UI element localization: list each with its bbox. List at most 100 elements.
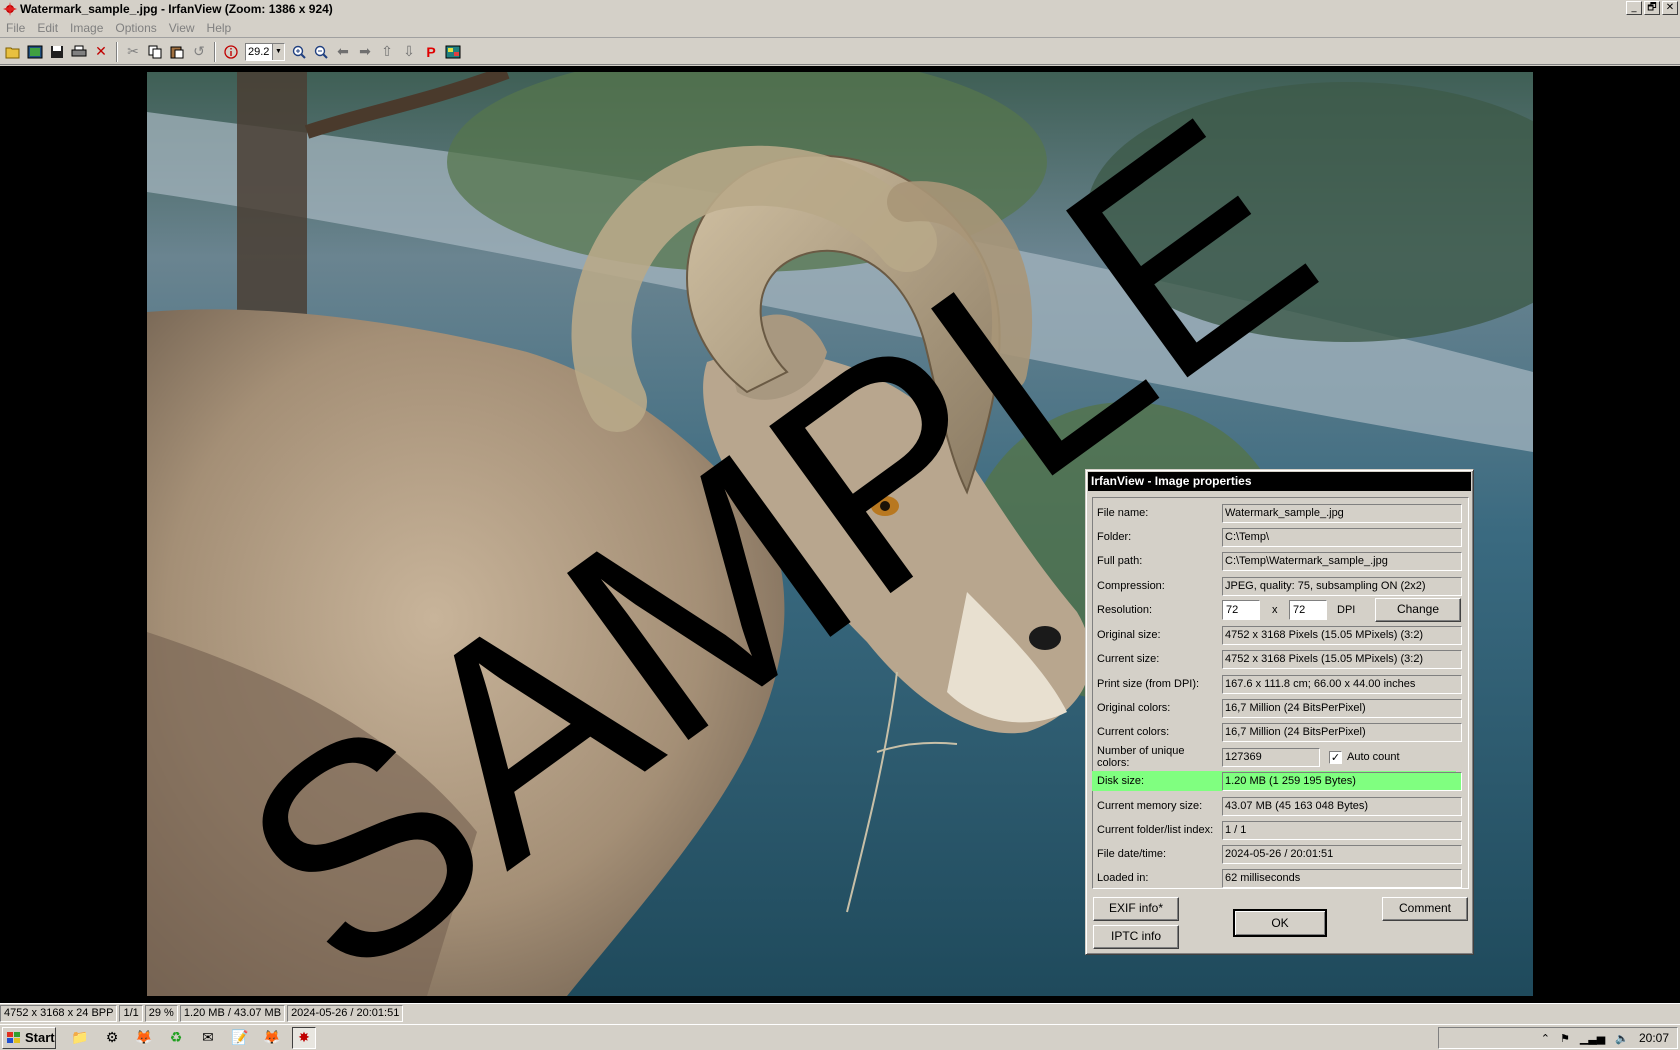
auto-count-checkbox[interactable]: ✓ xyxy=(1329,751,1342,764)
row-folder-index: Current folder/list index: 1 / 1 xyxy=(1092,820,1462,840)
cut-icon[interactable]: ✂ xyxy=(122,41,144,63)
label-print-size: Print size (from DPI): xyxy=(1097,678,1200,690)
start-button[interactable]: Start xyxy=(2,1026,56,1049)
menu-edit[interactable]: Edit xyxy=(31,21,64,35)
window-title: Watermark_sample_.jpg - IrfanView (Zoom:… xyxy=(20,2,333,16)
resolution-y-input[interactable]: 72 xyxy=(1289,600,1327,620)
image-properties-dialog: IrfanView - Image properties File name: … xyxy=(1085,469,1474,955)
row-original-colors: Original colors: 16,7 Million (24 BitsPe… xyxy=(1092,698,1462,718)
row-print-size: Print size (from DPI): 167.6 x 111.8 cm;… xyxy=(1092,674,1462,694)
zoom-value: 29.2 xyxy=(248,45,270,58)
value-print-size[interactable]: 167.6 x 111.8 cm; 66.00 x 44.00 inches xyxy=(1222,674,1462,694)
value-full-path[interactable]: C:\Temp\Watermark_sample_.jpg xyxy=(1222,551,1462,571)
firefox-icon[interactable]: 🦊 xyxy=(132,1027,156,1049)
status-dimensions: 4752 x 3168 x 24 BPP xyxy=(0,1004,118,1022)
value-folder[interactable]: C:\Temp\ xyxy=(1222,527,1462,547)
flag-icon[interactable]: ⚑ xyxy=(1560,1032,1570,1045)
row-full-path: Full path: C:\Temp\Watermark_sample_.jpg xyxy=(1092,551,1462,571)
row-memory-size: Current memory size: 43.07 MB (45 163 04… xyxy=(1092,796,1462,816)
value-loaded-in[interactable]: 62 milliseconds xyxy=(1222,868,1462,888)
close-button[interactable]: ✕ xyxy=(1662,1,1678,15)
exif-info-button[interactable]: EXIF info* xyxy=(1093,897,1179,921)
row-disk-size: Disk size: 1.20 MB (1 259 195 Bytes) xyxy=(1092,771,1462,791)
restore-button[interactable]: 🗗 xyxy=(1644,1,1660,15)
last-icon[interactable]: ⇩ xyxy=(398,41,420,63)
irfanview-app-icon xyxy=(3,2,17,16)
status-index: 1/1 xyxy=(119,1004,143,1022)
clock[interactable]: 20:07 xyxy=(1639,1031,1669,1045)
resolution-x-input[interactable]: 72 xyxy=(1222,600,1260,620)
minimize-button[interactable]: _ xyxy=(1626,1,1642,15)
value-memory-size[interactable]: 43.07 MB (45 163 048 Bytes) xyxy=(1222,796,1462,816)
value-current-size[interactable]: 4752 x 3168 Pixels (15.05 MPixels) (3:2) xyxy=(1222,649,1462,669)
taskbar: Start 📁 ⚙ 🦊 ♻ ✉ 📝 🦊 ✸ ⌃ ⚑ ▁▃▅ 🔈 20:07 xyxy=(0,1024,1680,1050)
menu-file[interactable]: File xyxy=(0,21,31,35)
thumbnails-icon[interactable] xyxy=(442,41,464,63)
status-bar: 4752 x 3168 x 24 BPP 1/1 29 % 1.20 MB / … xyxy=(0,1003,1680,1022)
label-folder: Folder: xyxy=(1097,531,1132,543)
label-full-path: Full path: xyxy=(1097,555,1143,567)
label-folder-index: Current folder/list index: xyxy=(1097,824,1214,836)
value-original-size[interactable]: 4752 x 3168 Pixels (15.05 MPixels) (3:2) xyxy=(1222,625,1462,645)
next-icon[interactable]: ➡ xyxy=(354,41,376,63)
print-icon[interactable] xyxy=(68,41,90,63)
irfanview-taskbar-icon[interactable]: ✸ xyxy=(292,1026,316,1049)
recycle-icon[interactable]: ♻ xyxy=(164,1027,188,1049)
tray-expand-icon[interactable]: ⌃ xyxy=(1541,1032,1550,1045)
label-original-size: Original size: xyxy=(1097,629,1161,641)
menu-help[interactable]: Help xyxy=(201,21,238,35)
open-icon[interactable] xyxy=(2,41,24,63)
auto-count-label[interactable]: Auto count xyxy=(1347,751,1400,763)
chevron-down-icon[interactable]: ▼ xyxy=(272,43,284,60)
slideshow-icon[interactable] xyxy=(24,41,46,63)
row-compression: Compression: JPEG, quality: 75, subsampl… xyxy=(1092,576,1462,596)
menu-options[interactable]: Options xyxy=(109,21,162,35)
explorer-icon[interactable]: 📁 xyxy=(68,1027,92,1049)
menu-image[interactable]: Image xyxy=(64,21,109,35)
copy-icon[interactable] xyxy=(144,41,166,63)
notepad-icon[interactable]: 📝 xyxy=(228,1027,252,1049)
comment-button[interactable]: Comment xyxy=(1382,897,1468,921)
value-disk-size[interactable]: 1.20 MB (1 259 195 Bytes) xyxy=(1222,771,1462,791)
paste-icon[interactable] xyxy=(166,41,188,63)
row-unique-colors: Number of unique colors: 127369 xyxy=(1092,745,1456,769)
row-file-datetime: File date/time: 2024-05-26 / 20:01:51 xyxy=(1092,844,1462,864)
delete-icon[interactable]: ✕ xyxy=(90,41,112,63)
mail-icon[interactable]: ✉ xyxy=(196,1027,220,1049)
paint-icon[interactable]: P xyxy=(420,41,442,63)
label-file-datetime: File date/time: xyxy=(1097,848,1167,860)
network-icon[interactable]: ▁▃▅ xyxy=(1580,1032,1605,1045)
label-memory-size: Current memory size: xyxy=(1097,800,1203,812)
value-folder-index[interactable]: 1 / 1 xyxy=(1222,820,1462,840)
first-icon[interactable]: ⇧ xyxy=(376,41,398,63)
value-file-datetime[interactable]: 2024-05-26 / 20:01:51 xyxy=(1222,844,1462,864)
label-original-colors: Original colors: xyxy=(1097,702,1171,714)
zoom-combobox[interactable]: 29.2 ▼ xyxy=(245,42,285,61)
info-icon[interactable] xyxy=(220,41,242,63)
change-resolution-button[interactable]: Change xyxy=(1375,598,1461,622)
firefox-window-icon[interactable]: 🦊 xyxy=(260,1027,284,1049)
undo-icon[interactable]: ↺ xyxy=(188,41,210,63)
value-unique-colors[interactable]: 127369 xyxy=(1222,747,1320,767)
ok-button[interactable]: OK xyxy=(1233,909,1327,937)
dialog-title: IrfanView - Image properties xyxy=(1088,472,1471,491)
value-current-colors[interactable]: 16,7 Million (24 BitsPerPixel) xyxy=(1222,722,1462,742)
value-original-colors[interactable]: 16,7 Million (24 BitsPerPixel) xyxy=(1222,698,1462,718)
value-compression[interactable]: JPEG, quality: 75, subsampling ON (2x2) xyxy=(1222,576,1462,596)
previous-icon[interactable]: ⬅ xyxy=(332,41,354,63)
volume-icon[interactable]: 🔈 xyxy=(1615,1032,1629,1045)
title-bar[interactable]: Watermark_sample_.jpg - IrfanView (Zoom:… xyxy=(0,0,1680,18)
label-disk-size: Disk size: xyxy=(1097,775,1145,787)
menu-view[interactable]: View xyxy=(163,21,201,35)
zoom-out-icon[interactable] xyxy=(310,41,332,63)
zoom-in-icon[interactable] xyxy=(288,41,310,63)
settings-icon[interactable]: ⚙ xyxy=(100,1027,124,1049)
status-size: 1.20 MB / 43.07 MB xyxy=(179,1004,286,1022)
row-original-size: Original size: 4752 x 3168 Pixels (15.05… xyxy=(1092,625,1462,645)
label-compression: Compression: xyxy=(1097,580,1165,592)
iptc-info-button[interactable]: IPTC info xyxy=(1093,925,1179,949)
value-file-name[interactable]: Watermark_sample_.jpg xyxy=(1222,503,1462,523)
menu-bar: File Edit Image Options View Help xyxy=(0,18,1680,38)
save-icon[interactable] xyxy=(46,41,68,63)
toolbar: ✕ ✂ ↺ 29.2 ▼ ⬅ ➡ ⇧ ⇩ P xyxy=(0,39,1680,65)
